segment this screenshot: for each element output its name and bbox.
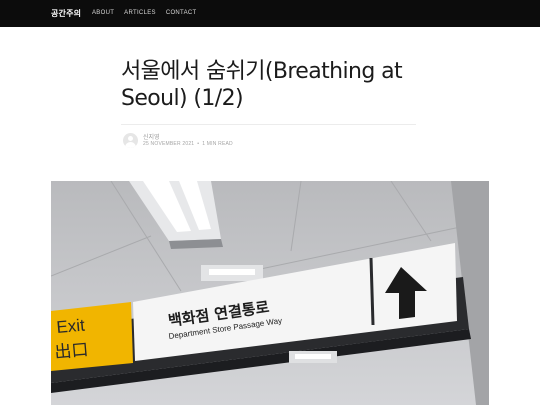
read-time: 1 MIN READ <box>202 141 233 147</box>
title-divider <box>121 124 416 125</box>
hero-image: Exit 出口 백화점 연결통로 Department Store Passag… <box>51 181 489 405</box>
top-navigation-bar: 공간주의 ABOUT ARTICLES CONTACT <box>0 0 540 27</box>
article-title: 서울에서 숨쉬기(Breathing at Seoul) (1/2) <box>121 59 403 111</box>
post-meta: 25 NOVEMBER 2021 • 1 MIN READ <box>143 141 233 147</box>
small-ceiling-light <box>201 265 263 281</box>
exit-sign-label-korean: 出口 <box>54 340 90 363</box>
post-date: 25 NOVEMBER 2021 <box>143 141 195 147</box>
site-logo[interactable]: 공간주의 <box>51 8 81 19</box>
meta-separator: • <box>197 141 200 147</box>
nav-link-about[interactable]: ABOUT <box>92 10 114 16</box>
main-nav: ABOUT ARTICLES CONTACT <box>92 10 196 16</box>
nav-link-contact[interactable]: CONTACT <box>166 10 197 16</box>
nav-link-articles[interactable]: ARTICLES <box>124 10 156 16</box>
lower-ceiling-light <box>289 351 337 363</box>
exit-sign-label: Exit <box>56 316 86 337</box>
author-avatar-icon[interactable] <box>123 133 138 148</box>
author-name[interactable]: 신지영 <box>143 132 160 141</box>
subway-sign-illustration: Exit 出口 백화점 연결통로 Department Store Passag… <box>51 181 489 405</box>
